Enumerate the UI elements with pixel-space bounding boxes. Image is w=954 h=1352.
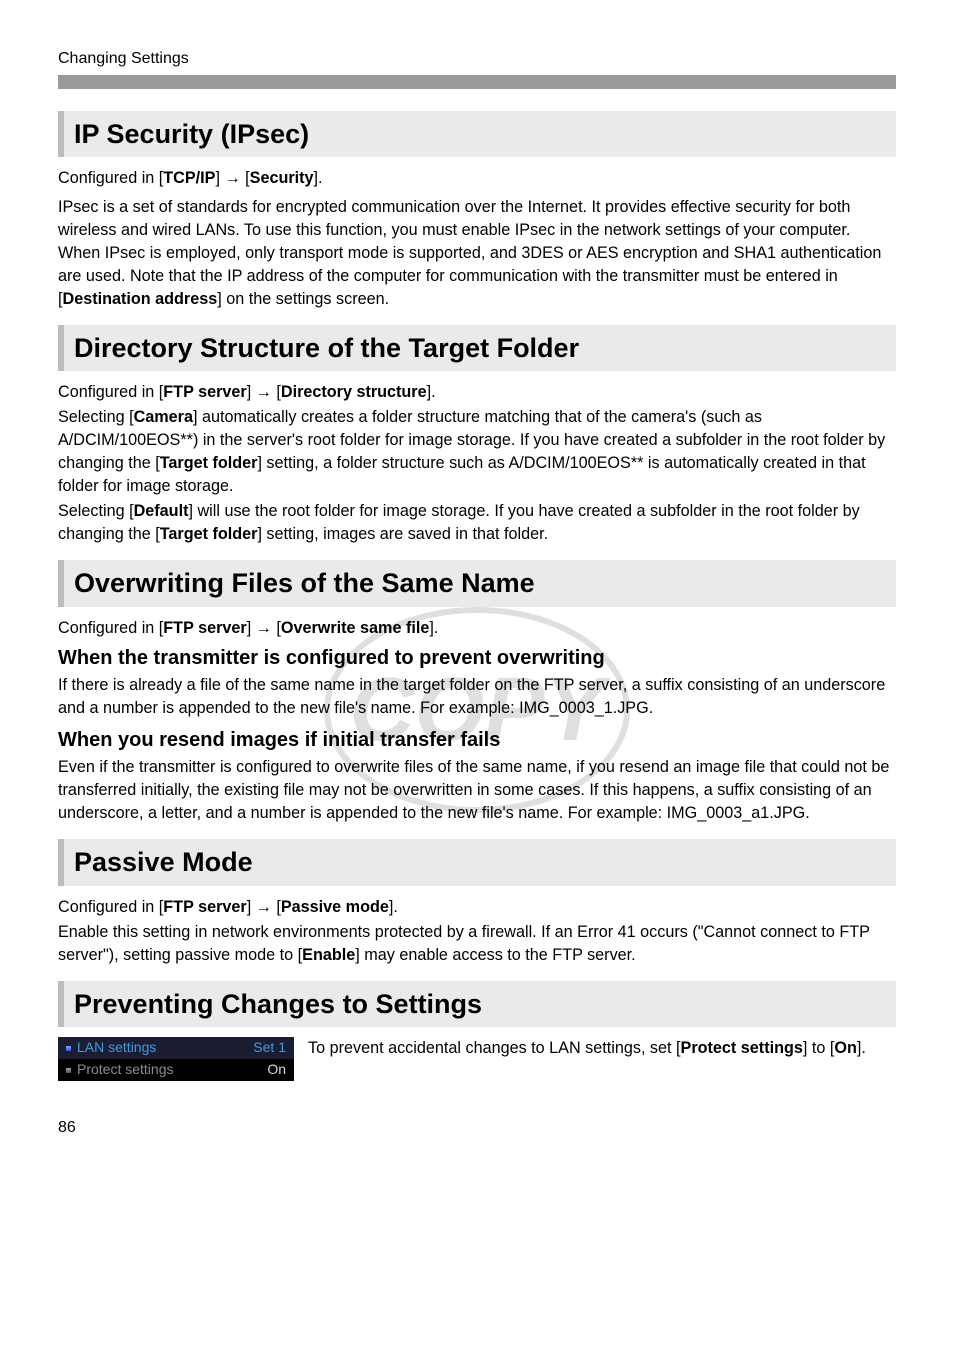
text: ] → [ xyxy=(247,383,281,401)
ow-configured-line: Configured in [FTP server] → [Overwrite … xyxy=(58,617,896,640)
text: ]. xyxy=(389,898,398,916)
text: To prevent accidental changes to LAN set… xyxy=(308,1039,681,1057)
text: Configured in [ xyxy=(58,383,163,401)
text: ] setting, images are saved in that fold… xyxy=(257,525,548,543)
text: ]. xyxy=(314,169,323,187)
text-bold: Passive mode xyxy=(281,898,389,916)
settings-label: LAN settings xyxy=(77,1038,253,1058)
text-bold: FTP server xyxy=(163,383,246,401)
text-bold: Directory structure xyxy=(281,383,427,401)
dir-configured-line: Configured in [FTP server] → [Directory … xyxy=(58,381,896,404)
ow-sub1-body: If there is already a file of the same n… xyxy=(58,674,896,720)
settings-value: On xyxy=(267,1060,286,1080)
passive-body: Enable this setting in network environme… xyxy=(58,921,896,967)
text-bold: Protect settings xyxy=(681,1039,803,1057)
text: ] to [ xyxy=(803,1039,835,1057)
bullet-icon xyxy=(66,1046,71,1051)
dir-p1: Selecting [Camera] automatically creates… xyxy=(58,406,896,498)
settings-row-lan: LAN settings Set 1 xyxy=(58,1037,294,1059)
ow-subhead-2: When you resend images if initial transf… xyxy=(58,726,896,754)
text-bold: Overwrite same file xyxy=(281,619,429,637)
heading-preventing-changes: Preventing Changes to Settings xyxy=(58,981,896,1027)
text: ] may enable access to the FTP server. xyxy=(355,946,635,964)
settings-value: Set 1 xyxy=(253,1038,286,1058)
heading-overwriting: Overwriting Files of the Same Name xyxy=(58,560,896,606)
heading-passive-mode: Passive Mode xyxy=(58,839,896,885)
lan-settings-screenshot: LAN settings Set 1 Protect settings On xyxy=(58,1037,294,1081)
text: ]. xyxy=(857,1039,866,1057)
text: ]. xyxy=(427,383,436,401)
heading-ip-security: IP Security (IPsec) xyxy=(58,111,896,157)
text: Selecting [ xyxy=(58,502,134,520)
text-bold: Default xyxy=(134,502,189,520)
ipsec-configured-line: Configured in [TCP/IP] → [Security]. xyxy=(58,167,896,190)
heading-directory-structure: Directory Structure of the Target Folder xyxy=(58,325,896,371)
ow-sub2-body: Even if the transmitter is configured to… xyxy=(58,756,896,825)
text: Configured in [ xyxy=(58,169,163,187)
settings-label: Protect settings xyxy=(77,1060,267,1080)
text: ] → [ xyxy=(247,619,281,637)
text: ] → [ xyxy=(247,898,281,916)
header-rule xyxy=(58,75,896,89)
text: Selecting [ xyxy=(58,408,134,426)
passive-configured-line: Configured in [FTP server] → [Passive mo… xyxy=(58,896,896,919)
dir-p2: Selecting [Default] will use the root fo… xyxy=(58,500,896,546)
text-bold: Security xyxy=(250,169,314,187)
text: Configured in [ xyxy=(58,619,163,637)
text-bold: Target folder xyxy=(160,525,258,543)
text-bold: Enable xyxy=(302,946,355,964)
text: Configured in [ xyxy=(58,898,163,916)
settings-row-protect: Protect settings On xyxy=(58,1059,294,1081)
text-bold: FTP server xyxy=(163,619,246,637)
text-bold: FTP server xyxy=(163,898,246,916)
text-bold: TCP/IP xyxy=(163,169,215,187)
page-number: 86 xyxy=(58,1101,896,1140)
text: ]. xyxy=(429,619,438,637)
ipsec-body: IPsec is a set of standards for encrypte… xyxy=(58,196,896,311)
text-bold: On xyxy=(834,1039,856,1057)
text-bold: Destination address xyxy=(63,290,218,308)
ow-subhead-1: When the transmitter is configured to pr… xyxy=(58,644,896,672)
text: ] → [ xyxy=(215,169,249,187)
text-bold: Target folder xyxy=(160,454,258,472)
text-bold: Camera xyxy=(134,408,193,426)
text: ] on the settings screen. xyxy=(217,290,389,308)
running-header: Changing Settings xyxy=(58,48,896,71)
bullet-icon xyxy=(66,1068,71,1073)
